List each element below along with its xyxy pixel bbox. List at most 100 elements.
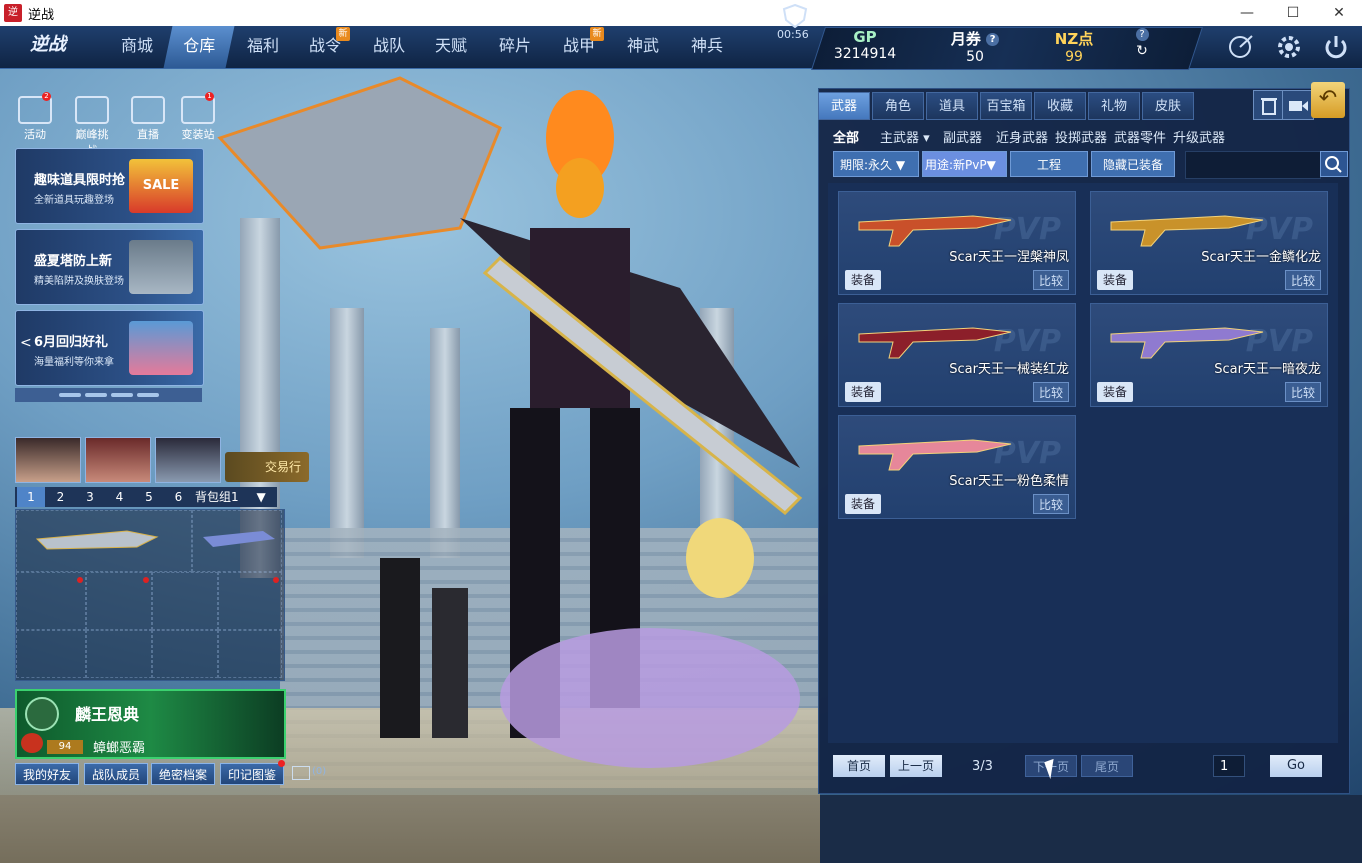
promo-banner-0[interactable]: 趣味道具限时抢 全新道具玩趣登场 SALE (15, 148, 204, 224)
first-page-button[interactable]: 首页 (833, 755, 885, 777)
maximize-button[interactable]: ☐ (1270, 0, 1316, 26)
loadout-tab-3[interactable]: 3 (76, 487, 104, 507)
prev-page-button[interactable]: 上一页 (890, 755, 942, 777)
search-input[interactable] (1185, 151, 1321, 179)
subcategory-5[interactable]: 武器零件 (1114, 127, 1166, 146)
carousel-dot[interactable] (137, 393, 159, 397)
subcategory-2[interactable]: 副武器 (943, 127, 982, 146)
last-page-button[interactable]: 尾页 (1081, 755, 1133, 777)
weapon-card[interactable]: PVP Scar天王一涅槃神凤 装备 比较 (838, 191, 1076, 295)
go-button[interactable]: Go (1270, 755, 1322, 777)
promo-banner-2[interactable]: < 6月回归好礼 海量福利等你来拿 (15, 310, 204, 386)
character-portrait[interactable] (15, 437, 81, 483)
social-button-1[interactable]: 战队成员 (84, 763, 148, 785)
loadout-slot-primary[interactable] (16, 510, 192, 572)
compare-button[interactable]: 比较 (1033, 382, 1069, 402)
nav-tab-5[interactable]: 天赋 (420, 26, 482, 68)
panel-tab-4[interactable]: 收藏 (1034, 92, 1086, 120)
subcategory-6[interactable]: 升级武器 (1173, 127, 1225, 146)
loadout-slot[interactable] (86, 572, 152, 630)
nav-tab-3[interactable]: 战令 新 (294, 26, 356, 68)
kylin-banner[interactable]: 麟王恩典 94 蟑螂恶霸 (15, 689, 286, 759)
loadout-slot[interactable] (218, 572, 282, 630)
loadout-slot-secondary[interactable] (192, 510, 282, 572)
nav-tab-7[interactable]: 战甲 新 (548, 26, 610, 68)
search-button[interactable] (1320, 151, 1348, 177)
chevron-left-icon[interactable]: < (20, 335, 32, 351)
loadout-group-select[interactable]: 背包组1 ▼ (195, 487, 291, 507)
loadout-slot[interactable] (152, 572, 218, 630)
close-button[interactable]: ✕ (1316, 0, 1362, 26)
subcategory-1[interactable]: 主武器 ▾ (880, 127, 930, 146)
back-button[interactable]: ↶ (1311, 82, 1345, 118)
quick-icon-0[interactable]: 活动 2 (15, 92, 55, 142)
social-button-3[interactable]: 印记图鉴 (220, 763, 284, 785)
trade-button[interactable]: 交易行 (225, 452, 309, 482)
panel-tab-0[interactable]: 武器 (818, 92, 870, 120)
radar-icon[interactable] (1225, 32, 1255, 62)
power-icon[interactable] (1321, 32, 1351, 62)
loadout-slot[interactable] (16, 572, 86, 630)
gear-icon[interactable] (1274, 32, 1304, 62)
compare-button[interactable]: 比较 (1285, 270, 1321, 290)
hide-equipped-button[interactable]: 隐藏已装备 (1091, 151, 1175, 177)
character-portrait[interactable] (155, 437, 221, 483)
carousel-dot[interactable] (111, 393, 133, 397)
weapon-card[interactable]: PVP Scar天王一金鳞化龙 装备 比较 (1090, 191, 1328, 295)
mail-icon[interactable] (292, 766, 310, 780)
refresh-icon[interactable]: ↻ (1130, 43, 1154, 59)
carousel-dot[interactable] (59, 393, 81, 397)
weapon-card[interactable]: PVP Scar天王一械装红龙 装备 比较 (838, 303, 1076, 407)
compare-button[interactable]: 比较 (1285, 382, 1321, 402)
loadout-tab-5[interactable]: 5 (135, 487, 163, 507)
nav-tab-0[interactable]: 商城 (106, 26, 168, 68)
loadout-tab-2[interactable]: 2 (47, 487, 75, 507)
trash-icon[interactable] (1253, 90, 1285, 120)
nav-tab-6[interactable]: 碎片 (484, 26, 546, 68)
quick-icon-3[interactable]: 变装站 1 (178, 92, 218, 142)
engineering-button[interactable]: 工程 (1010, 151, 1088, 177)
loadout-slot[interactable] (86, 630, 152, 678)
loadout-tab-6[interactable]: 6 (165, 487, 193, 507)
equip-button[interactable]: 装备 (845, 382, 881, 402)
panel-tab-3[interactable]: 百宝箱 (980, 92, 1032, 120)
weapon-card[interactable]: PVP Scar天王一粉色柔情 装备 比较 (838, 415, 1076, 519)
equip-button[interactable]: 装备 (1097, 382, 1133, 402)
shield-icon[interactable] (782, 4, 808, 28)
nav-tab-2[interactable]: 福利 (232, 26, 294, 68)
promo-banner-1[interactable]: 盛夏塔防上新 精美陷阱及换肤登场 (15, 229, 204, 305)
carousel-dot[interactable] (85, 393, 107, 397)
equip-button[interactable]: 装备 (845, 270, 881, 290)
equip-button[interactable]: 装备 (1097, 270, 1133, 290)
subcategory-0[interactable]: 全部 (833, 127, 859, 146)
loadout-tab-1[interactable]: 1 (17, 487, 45, 507)
help-icon[interactable]: ? (986, 33, 1000, 46)
usage-filter[interactable]: 用途:新PvP▼ (922, 151, 1007, 177)
loadout-slot[interactable] (218, 630, 282, 678)
quick-icon-2[interactable]: 直播 (128, 96, 168, 142)
character-portrait[interactable] (85, 437, 151, 483)
nav-tab-9[interactable]: 神兵 (676, 26, 738, 68)
minimize-button[interactable]: — (1224, 0, 1270, 26)
subcategory-4[interactable]: 投掷武器 (1055, 127, 1107, 146)
promo-carousel-dots[interactable] (15, 388, 202, 402)
nav-tab-4[interactable]: 战队 (358, 26, 420, 68)
loadout-slot[interactable] (16, 630, 86, 678)
panel-tab-1[interactable]: 角色 (872, 92, 924, 120)
panel-tab-5[interactable]: 礼物 (1088, 92, 1140, 120)
loadout-slot[interactable] (152, 630, 218, 678)
equip-button[interactable]: 装备 (845, 494, 881, 514)
period-filter[interactable]: 期限:永久 ▼ (833, 151, 919, 177)
social-button-0[interactable]: 我的好友 (15, 763, 79, 785)
social-button-2[interactable]: 绝密档案 (151, 763, 215, 785)
help-icon[interactable]: ? (1135, 28, 1149, 41)
weapon-card[interactable]: PVP Scar天王一暗夜龙 装备 比较 (1090, 303, 1328, 407)
panel-tab-6[interactable]: 皮肤 (1142, 92, 1194, 120)
page-number-input[interactable]: 1 (1213, 755, 1245, 777)
subcategory-3[interactable]: 近身武器 (996, 127, 1048, 146)
loadout-tab-4[interactable]: 4 (106, 487, 134, 507)
nav-tab-1[interactable]: 仓库 (163, 26, 235, 68)
compare-button[interactable]: 比较 (1033, 494, 1069, 514)
panel-tab-2[interactable]: 道具 (926, 92, 978, 120)
nav-tab-8[interactable]: 神武 (612, 26, 674, 68)
